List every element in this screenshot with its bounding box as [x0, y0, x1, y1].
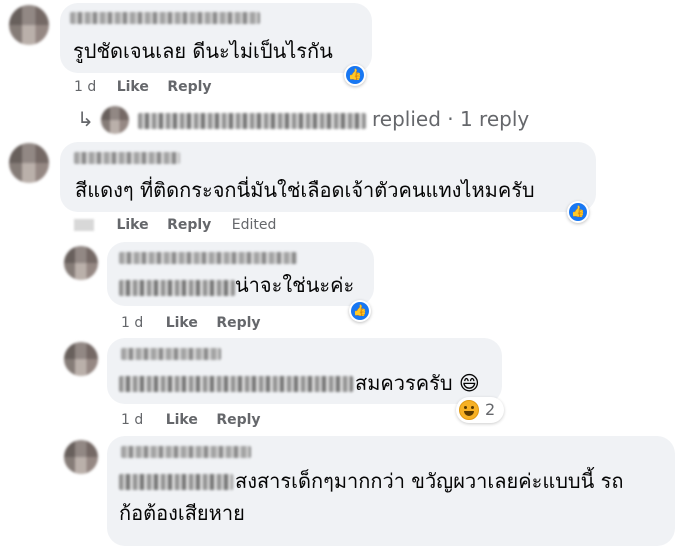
comment-bubble: รูปชัดเจนเลย ดีนะไม่เป็นไรกัน	[60, 3, 372, 73]
like-button[interactable]: Like	[117, 79, 149, 95]
like-button[interactable]: Like	[116, 217, 148, 233]
timestamp[interactable]: 1 d	[121, 412, 143, 428]
reply-meta: 1 d Like Reply	[121, 412, 261, 428]
like-icon[interactable]: 👍	[349, 300, 371, 322]
reply-text-line-2: ก้อต้องเสียหาย	[119, 501, 245, 525]
like-icon[interactable]: 👍	[567, 201, 589, 223]
like-icon[interactable]: 👍	[344, 64, 366, 86]
avatar[interactable]	[9, 143, 49, 183]
comment-text: รูปชัดเจนเลย ดีนะไม่เป็นไรกัน	[73, 39, 333, 63]
reply-button[interactable]: Reply	[216, 315, 260, 331]
author-name-redacted[interactable]	[70, 12, 260, 24]
reaction-count: 2	[485, 400, 496, 419]
edited-label[interactable]: Edited	[232, 217, 277, 233]
avatar[interactable]	[9, 5, 49, 45]
tagged-user-redacted[interactable]	[119, 474, 233, 490]
comment-bubble: สีแดงๆ ที่ติดกระจกนี่มันใช่เลือดเจ้าตัวค…	[60, 142, 596, 212]
like-button[interactable]: Like	[166, 412, 198, 428]
comment-text: สีแดงๆ ที่ติดกระจกนี่มันใช่เลือดเจ้าตัวค…	[75, 178, 535, 202]
author-name-redacted[interactable]	[74, 152, 180, 164]
reply-button[interactable]: Reply	[216, 412, 260, 428]
reply-meta: 1 d Like Reply	[121, 315, 261, 331]
tagged-user-redacted[interactable]	[119, 376, 353, 392]
reply-arrow-icon: ↳	[77, 107, 94, 131]
reply-bubble: สงสารเด็กๆมากกว่า ขวัญผวาเลยค่ะแบบนี้ รถ…	[107, 436, 675, 546]
reply-bubble: น่าจะใช่นะค่ะ	[107, 242, 374, 306]
avatar[interactable]	[101, 106, 129, 134]
author-name-redacted[interactable]	[119, 252, 297, 264]
timestamp[interactable]: 1 d	[121, 315, 143, 331]
comment-meta: 1 d Like Reply	[74, 79, 212, 95]
author-name-redacted[interactable]	[121, 446, 251, 458]
author-name-redacted[interactable]	[121, 348, 221, 360]
timestamp[interactable]: 1 d	[74, 79, 96, 95]
reply-author-redacted[interactable]	[138, 113, 366, 129]
tagged-user-redacted[interactable]	[119, 280, 235, 296]
haha-icon	[459, 400, 479, 420]
reply-bubble: สมควรครับ 😄	[107, 338, 502, 404]
like-button[interactable]: Like	[166, 315, 198, 331]
timestamp-redacted[interactable]	[74, 219, 94, 231]
reply-button[interactable]: Reply	[167, 217, 211, 233]
reply-text: น่าจะใช่นะค่ะ	[235, 273, 355, 297]
avatar[interactable]	[64, 246, 98, 280]
avatar[interactable]	[64, 440, 98, 474]
comment-meta: Like Reply Edited	[74, 217, 276, 233]
reaction-count-pill[interactable]: 2	[456, 397, 504, 423]
reply-button[interactable]: Reply	[167, 79, 211, 95]
avatar[interactable]	[64, 342, 98, 376]
reply-text: สมควรครับ 😄	[355, 371, 480, 395]
reply-text-line-1: สงสารเด็กๆมากกว่า ขวัญผวาเลยค่ะแบบนี้ รถ	[235, 469, 624, 493]
view-replies-link[interactable]: replied · 1 reply	[372, 107, 529, 131]
